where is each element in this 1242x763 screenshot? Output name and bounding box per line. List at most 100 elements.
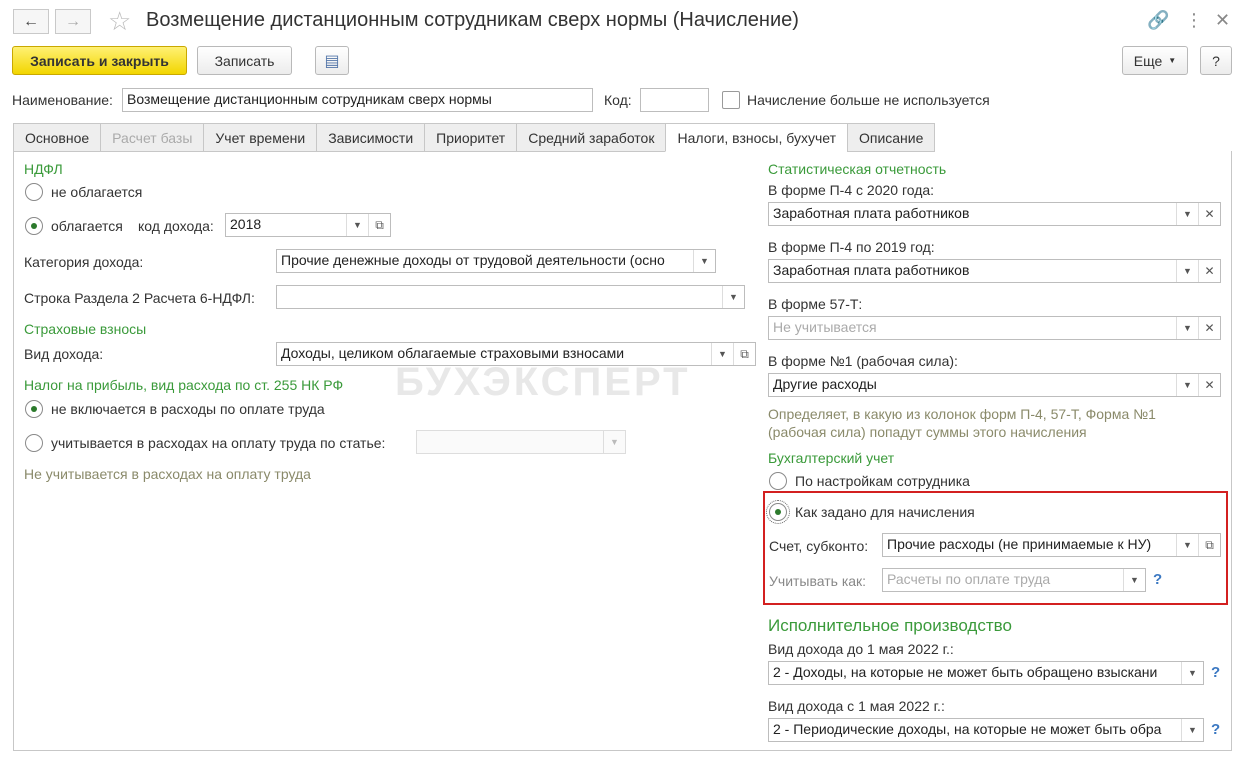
account-field[interactable]: Прочие расходы (не принимаемые к НУ) ▼ ⧉ bbox=[882, 533, 1221, 557]
p4-2020-label: В форме П-4 с 2020 года: bbox=[768, 182, 935, 198]
tab-dependencies[interactable]: Зависимости bbox=[316, 123, 425, 152]
included-radio[interactable] bbox=[25, 434, 43, 452]
tab-time[interactable]: Учет времени bbox=[203, 123, 317, 152]
line-field[interactable]: ▼ bbox=[276, 285, 745, 309]
f1-value: Другие расходы bbox=[773, 376, 877, 392]
income-category-value: Прочие денежные доходы от трудовой деяте… bbox=[281, 252, 665, 268]
account-as-value: Расчеты по оплате труда bbox=[887, 571, 1051, 587]
enforcement-heading: Исполнительное производство bbox=[768, 616, 1012, 635]
name-input[interactable]: Возмещение дистанционным сотрудникам све… bbox=[122, 88, 593, 112]
account-as-help-icon[interactable]: ? bbox=[1153, 571, 1162, 588]
income-category-field[interactable]: Прочие денежные доходы от трудовой деяте… bbox=[276, 249, 716, 273]
tab-description[interactable]: Описание bbox=[846, 123, 936, 152]
taxed-radio[interactable] bbox=[25, 217, 43, 235]
income-type-value: Доходы, целиком облагаемые страховыми вз… bbox=[281, 345, 625, 361]
more-menu-icon[interactable]: ⋮ bbox=[1185, 10, 1203, 31]
as-set-label: Как задано для начисления bbox=[795, 504, 975, 520]
dropdown-arrow-icon[interactable]: ▼ bbox=[1176, 374, 1198, 396]
p4-2020-field[interactable]: Заработная плата работников ▼ ✕ bbox=[768, 202, 1221, 226]
clear-icon[interactable]: ✕ bbox=[1198, 203, 1220, 225]
account-value: Прочие расходы (не принимаемые к НУ) bbox=[887, 536, 1152, 552]
after-may-label: Вид дохода с 1 мая 2022 г.: bbox=[768, 698, 945, 714]
open-icon[interactable]: ⧉ bbox=[1198, 534, 1220, 556]
income-category-label: Категория дохода: bbox=[24, 254, 144, 270]
before-may-label: Вид дохода до 1 мая 2022 г.: bbox=[768, 641, 954, 657]
save-button[interactable]: Записать bbox=[197, 46, 292, 75]
as-set-radio[interactable] bbox=[766, 500, 790, 524]
stat-heading: Статистическая отчетность bbox=[768, 161, 947, 177]
account-label: Счет, субконто: bbox=[769, 538, 869, 554]
dropdown-arrow-icon[interactable]: ▼ bbox=[693, 250, 715, 272]
open-icon[interactable]: ⧉ bbox=[733, 343, 755, 365]
save-close-button[interactable]: Записать и закрыть bbox=[12, 46, 187, 75]
stat-note-line2: (рабочая сила) попадут суммы этого начис… bbox=[768, 424, 1087, 440]
income-code-field[interactable]: 2018 ▼ ⧉ bbox=[225, 213, 391, 237]
unused-checkbox[interactable] bbox=[722, 91, 740, 109]
before-may-value: 2 - Доходы, на которые не может быть обр… bbox=[773, 664, 1158, 680]
clear-icon[interactable]: ✕ bbox=[1198, 374, 1220, 396]
tab-base-calc[interactable]: Расчет базы bbox=[100, 123, 204, 152]
dropdown-arrow-icon[interactable]: ▼ bbox=[603, 431, 625, 453]
included-label: учитывается в расходах на оплату труда п… bbox=[51, 435, 386, 451]
after-may-value: 2 - Периодические доходы, на которые не … bbox=[773, 721, 1162, 737]
article-field[interactable]: ▼ bbox=[416, 430, 626, 454]
f57t-field[interactable]: Не учитывается ▼ ✕ bbox=[768, 316, 1221, 340]
dropdown-arrow-icon[interactable]: ▼ bbox=[1176, 534, 1198, 556]
dropdown-arrow-icon[interactable]: ▼ bbox=[346, 214, 368, 236]
profit-note: Не учитывается в расходах на оплату труд… bbox=[24, 466, 311, 482]
arrow-right-icon: → bbox=[65, 12, 81, 30]
name-label: Наименование: bbox=[12, 92, 113, 108]
document-icon: ▤ bbox=[324, 52, 340, 70]
clear-icon[interactable]: ✕ bbox=[1198, 317, 1220, 339]
f57t-value: Не учитывается bbox=[773, 319, 877, 335]
dropdown-arrow-icon[interactable]: ▼ bbox=[722, 286, 744, 308]
dropdown-arrow-icon[interactable]: ▼ bbox=[1176, 203, 1198, 225]
not-included-radio[interactable] bbox=[25, 400, 43, 418]
not-taxed-radio[interactable] bbox=[25, 183, 43, 201]
not-included-label: не включается в расходы по оплате труда bbox=[51, 401, 325, 417]
ndfl-heading: НДФЛ bbox=[24, 161, 63, 177]
after-may-field[interactable]: 2 - Периодические доходы, на которые не … bbox=[768, 718, 1204, 742]
income-code-label: код дохода: bbox=[138, 218, 214, 234]
income-type-field[interactable]: Доходы, целиком облагаемые страховыми вз… bbox=[276, 342, 756, 366]
dropdown-arrow-icon[interactable]: ▼ bbox=[711, 343, 733, 365]
dropdown-arrow-icon[interactable]: ▼ bbox=[1176, 317, 1198, 339]
open-icon[interactable]: ⧉ bbox=[368, 214, 390, 236]
dropdown-arrow-icon[interactable]: ▼ bbox=[1181, 719, 1203, 741]
tab-main[interactable]: Основное bbox=[13, 123, 101, 152]
tab-taxes[interactable]: Налоги, взносы, бухучет bbox=[665, 123, 847, 152]
before-may-field[interactable]: 2 - Доходы, на которые не может быть обр… bbox=[768, 661, 1204, 685]
after-may-help-icon[interactable]: ? bbox=[1211, 721, 1220, 738]
account-as-label: Учитывать как: bbox=[769, 573, 867, 589]
dropdown-arrow-icon[interactable]: ▼ bbox=[1181, 662, 1203, 684]
forward-button[interactable]: → bbox=[55, 9, 91, 34]
document-list-button[interactable]: ▤ bbox=[315, 46, 349, 75]
more-button-label: Еще bbox=[1133, 52, 1163, 69]
taxed-label: облагается bbox=[51, 218, 123, 234]
income-code-value: 2018 bbox=[230, 216, 262, 232]
favorite-star-icon[interactable]: ☆ bbox=[108, 6, 131, 37]
before-may-help-icon[interactable]: ? bbox=[1211, 664, 1220, 681]
not-taxed-label: не облагается bbox=[51, 184, 143, 200]
insurance-heading: Страховые взносы bbox=[24, 321, 147, 337]
profit-heading: Налог на прибыль, вид расхода по ст. 255… bbox=[24, 377, 344, 393]
f1-field[interactable]: Другие расходы ▼ ✕ bbox=[768, 373, 1221, 397]
account-as-field[interactable]: Расчеты по оплате труда ▼ bbox=[882, 568, 1146, 592]
back-button[interactable]: ← bbox=[13, 9, 49, 34]
tab-average-earnings[interactable]: Средний заработок bbox=[516, 123, 666, 152]
dropdown-arrow-icon[interactable]: ▼ bbox=[1123, 569, 1145, 591]
p4-2019-field[interactable]: Заработная плата работников ▼ ✕ bbox=[768, 259, 1221, 283]
by-employee-label: По настройкам сотрудника bbox=[795, 473, 970, 489]
income-type-label: Вид дохода: bbox=[24, 346, 104, 362]
more-button[interactable]: Еще ▼ bbox=[1122, 46, 1188, 75]
p4-2019-label: В форме П-4 по 2019 год: bbox=[768, 239, 935, 255]
code-input[interactable] bbox=[640, 88, 709, 112]
help-button[interactable]: ? bbox=[1200, 46, 1232, 75]
accounting-heading: Бухгалтерский учет bbox=[768, 450, 895, 466]
dropdown-arrow-icon[interactable]: ▼ bbox=[1176, 260, 1198, 282]
by-employee-radio[interactable] bbox=[769, 472, 787, 490]
tab-priority[interactable]: Приоритет bbox=[424, 123, 517, 152]
link-icon[interactable]: 🔗 bbox=[1147, 10, 1169, 31]
clear-icon[interactable]: ✕ bbox=[1198, 260, 1220, 282]
close-icon[interactable]: ✕ bbox=[1215, 10, 1230, 31]
